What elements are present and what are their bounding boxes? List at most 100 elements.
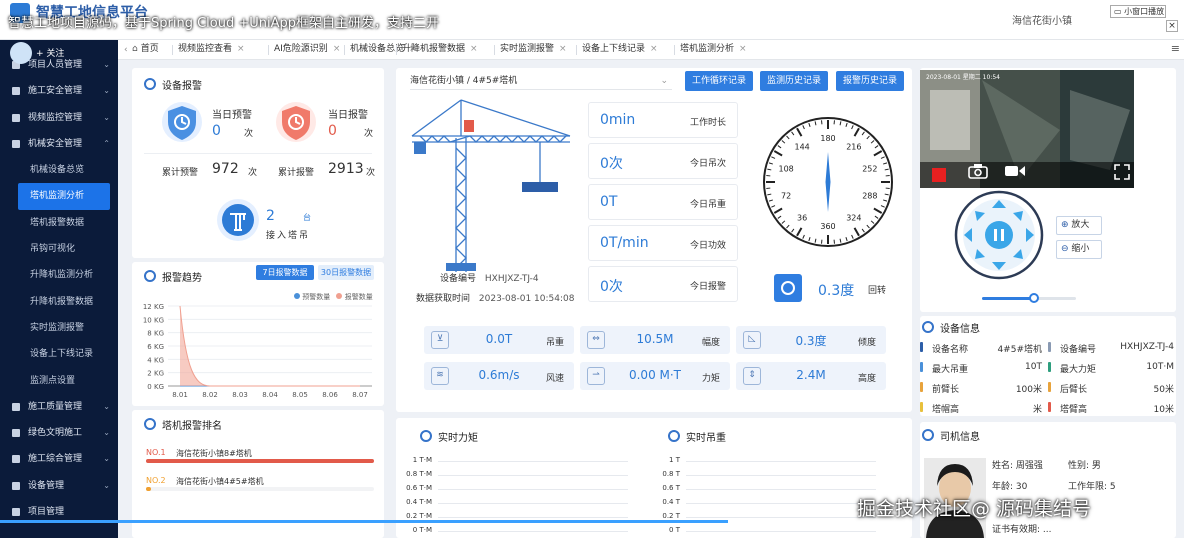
- tab-4[interactable]: 升降机报警数据 ×: [402, 40, 478, 59]
- tower-crane-icon: [217, 199, 259, 241]
- menu-group-icon: [12, 455, 20, 464]
- compass-label: 108: [779, 164, 794, 173]
- trend-30day-button[interactable]: 30日报警数据: [318, 265, 374, 280]
- trend-card: 报警趋势 7日报警数据 30日报警数据 预警数量 报警数量 12 KG 10 KG…: [132, 262, 384, 406]
- sidebar-item-1[interactable]: 施工安全管理 ⌄: [0, 78, 118, 104]
- metric-label: 幅度: [701, 338, 720, 348]
- sidebar-item-2[interactable]: 视频监控管理 ⌄: [0, 105, 118, 131]
- unit: 次: [366, 168, 376, 178]
- tab-close-icon[interactable]: ×: [559, 44, 567, 54]
- tab-label: AI危险源识别: [274, 44, 328, 54]
- tab-0[interactable]: ⌂ 首页: [132, 40, 159, 59]
- sidebar-item-12[interactable]: 监测点设置: [0, 368, 118, 394]
- chevron-icon: ⌃: [103, 138, 110, 148]
- fullscreen-icon[interactable]: [1114, 164, 1130, 180]
- sidebar-item-9[interactable]: 升降机报警数据: [0, 289, 118, 315]
- info-value: 50米: [1153, 385, 1174, 395]
- tab-close-icon[interactable]: ×: [739, 44, 747, 54]
- grid-line: [438, 461, 628, 462]
- rotation-value: 0.3度: [818, 283, 855, 299]
- menu-icon[interactable]: ≡: [1171, 42, 1180, 55]
- ranking-number: NO.1: [146, 448, 166, 457]
- axis-tick-label: 0.2 T·M: [406, 512, 432, 520]
- tab-label: 升降机报警数据: [402, 44, 466, 54]
- driver-cert-value: ...: [1042, 525, 1052, 535]
- tab-separator: [396, 45, 397, 55]
- alarm-shield-icon: [276, 102, 316, 142]
- sidebar-item-label: 升降机报警数据: [30, 296, 94, 307]
- ptz-control[interactable]: [954, 190, 1044, 280]
- tab-close-icon[interactable]: ×: [650, 44, 658, 54]
- work-cycle-button[interactable]: 工作循环记录: [685, 71, 753, 91]
- speed-slider-handle[interactable]: [1028, 293, 1039, 303]
- info-value: 10T·M: [1146, 362, 1174, 372]
- tab-2[interactable]: AI危险源识别 ×: [274, 40, 340, 59]
- sidebar-item-8[interactable]: 升降机监测分析: [0, 262, 118, 288]
- info-value: 米: [1032, 405, 1042, 415]
- speed-slider[interactable]: [982, 293, 1076, 303]
- tab-close-icon[interactable]: ×: [470, 44, 478, 54]
- sidebar-item-5[interactable]: 塔机监测分析: [18, 183, 110, 210]
- sidebar-item-4[interactable]: 机械设备总览: [0, 157, 118, 183]
- sidebar-item-7[interactable]: 吊钩可视化: [0, 236, 118, 262]
- chevron-icon: ⌄: [103, 60, 110, 69]
- trend-7day-button[interactable]: 7日报警数据: [256, 265, 314, 280]
- sidebar-item-14[interactable]: 绿色文明施工 ⌄: [0, 420, 118, 446]
- camera-feed[interactable]: [920, 70, 1134, 188]
- y-tick-label: 4 KG: [147, 356, 164, 364]
- compass-label: 216: [846, 142, 861, 151]
- tab-close-icon[interactable]: ×: [237, 44, 245, 54]
- tower-count: 2: [266, 208, 275, 224]
- close-button[interactable]: ×: [1166, 20, 1178, 32]
- tab-separator: [674, 45, 675, 55]
- x-tick-label: 8.03: [232, 391, 248, 399]
- tab-close-icon[interactable]: ×: [333, 44, 341, 54]
- crane-selector[interactable]: 海信花街小镇 / 4#5#塔机 ⌄: [410, 72, 672, 90]
- sidebar-item-label: 施工综合管理: [28, 454, 83, 465]
- sidebar-item-10[interactable]: 实时监测报警: [0, 315, 118, 341]
- sidebar-item-11[interactable]: 设备上下线记录: [0, 341, 118, 367]
- tab-6[interactable]: 设备上下线记录 ×: [582, 40, 658, 59]
- menu-group-icon: [12, 429, 20, 438]
- zoom-out-icon: ⊖: [1061, 244, 1069, 254]
- sidebar-item-3[interactable]: 机械安全管理 ⌃: [0, 131, 118, 157]
- chevron-left-icon[interactable]: ‹: [124, 45, 128, 55]
- sidebar-item-15[interactable]: 施工综合管理 ⌄: [0, 446, 118, 472]
- y-tick-label: 8 KG: [147, 330, 164, 338]
- alarm-history-button[interactable]: 报警历史记录: [836, 71, 904, 91]
- grid-line: [686, 517, 876, 518]
- tab-5[interactable]: 实时监测报警 ×: [500, 40, 567, 59]
- camera-icon[interactable]: [968, 162, 988, 180]
- driver-name-value: 周强强: [1015, 461, 1043, 471]
- divider: [144, 153, 372, 154]
- tab-separator: [344, 45, 345, 55]
- sidebar-item-13[interactable]: 施工质量管理 ⌄: [0, 394, 118, 420]
- menu-group-icon: [12, 508, 20, 517]
- device-info-title: 设备信息: [922, 320, 980, 335]
- tab-separator: [494, 45, 495, 55]
- metric-icon: ≋: [431, 367, 449, 385]
- axis-tick-label: 0.4 T: [662, 498, 680, 506]
- metric-value: 10.5M: [636, 332, 674, 346]
- tab-label: 视频监控查看: [178, 44, 233, 54]
- tab-7[interactable]: 塔机监测分析 ×: [680, 40, 747, 59]
- tab-bar: ‹ ≡ ⌂ 首页 视频监控查看 × AI危险源识别 × 机械设备总览 × 升降机报警数据 × 实时监…: [118, 40, 1184, 60]
- ranking-bar-track: [146, 487, 374, 491]
- ranking-bar-fill: [146, 459, 374, 463]
- pip-button[interactable]: ▭ 小窗口播放: [1110, 5, 1166, 18]
- metric-card: ⇀ 0.00 M·T 力矩: [580, 362, 730, 390]
- sidebar-item-6[interactable]: 塔机报警数据: [0, 210, 118, 236]
- metric-icon: ⇔: [587, 331, 605, 349]
- video-record-icon[interactable]: [1004, 163, 1026, 179]
- zoom-in-button[interactable]: ⊕ 放大: [1056, 216, 1102, 235]
- follow-button[interactable]: + 关注: [36, 46, 64, 59]
- axis-tick-label: 0 T·M: [412, 526, 432, 534]
- tab-1[interactable]: 视频监控查看 ×: [178, 40, 245, 59]
- project-selector[interactable]: 海信花街小镇: [1012, 12, 1072, 27]
- stat-label: 工作时长: [689, 118, 726, 128]
- video-progress-bar[interactable]: [0, 520, 728, 523]
- zoom-out-button[interactable]: ⊖ 缩小: [1056, 240, 1102, 259]
- monitor-history-button[interactable]: 监测历史记录: [760, 71, 828, 91]
- sidebar-item-16[interactable]: 设备管理 ⌄: [0, 473, 118, 499]
- avatar[interactable]: [10, 42, 32, 64]
